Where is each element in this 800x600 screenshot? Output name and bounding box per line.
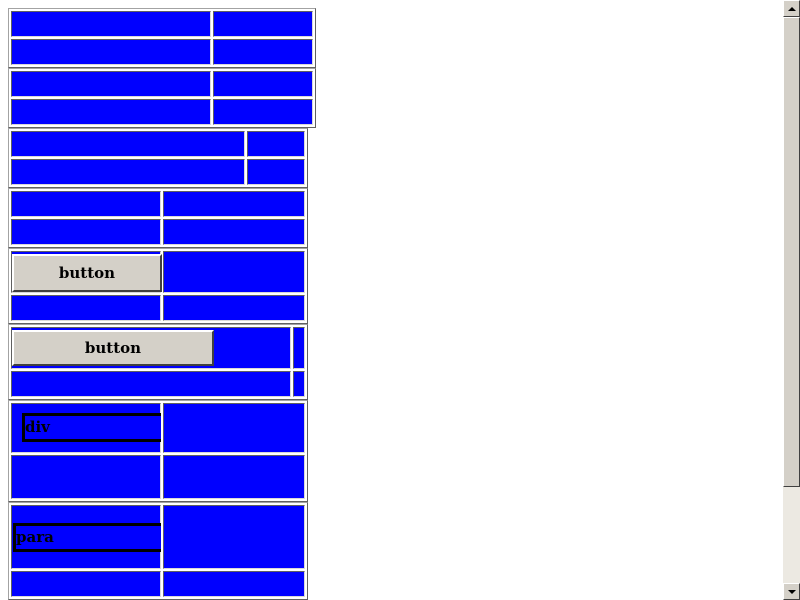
table-cell [213, 71, 313, 97]
table-cell [11, 39, 211, 65]
table-8: para [8, 502, 308, 600]
table-cell [247, 131, 305, 157]
arrow-up-icon [787, 6, 796, 11]
table-cell [11, 571, 161, 597]
button-2[interactable]: button [12, 330, 214, 366]
table-cell [11, 99, 211, 125]
table-4 [8, 188, 308, 248]
vertical-scrollbar[interactable] [783, 0, 800, 600]
table-cell [11, 131, 245, 157]
table-cell [11, 11, 211, 37]
div-box: div [22, 413, 161, 442]
table-cell [11, 295, 161, 321]
scroll-up-button[interactable] [783, 0, 800, 17]
table-6: button [8, 324, 308, 400]
table-cell [163, 219, 305, 245]
table-cell [247, 159, 305, 185]
table-cell [293, 327, 305, 369]
scroll-thumb[interactable] [783, 17, 800, 487]
table-7: div [8, 400, 308, 502]
table-cell [163, 191, 305, 217]
table-5: button [8, 248, 308, 324]
table-2 [8, 68, 316, 128]
table-1 [8, 8, 316, 68]
table-cell [11, 71, 211, 97]
table-cell [213, 11, 313, 37]
table-cell [163, 571, 305, 597]
table-cell [163, 295, 305, 321]
para-box: para [13, 523, 161, 552]
table-cell [11, 371, 291, 397]
arrow-down-icon [787, 589, 796, 594]
table-cell [163, 251, 305, 293]
table-3 [8, 128, 308, 188]
table-cell [11, 455, 161, 499]
scroll-down-button[interactable] [783, 583, 800, 600]
table-cell [213, 39, 313, 65]
table-cell [11, 191, 161, 217]
table-cell [293, 371, 305, 397]
table-cell [163, 455, 305, 499]
button-1[interactable]: button [12, 254, 162, 292]
table-cell [163, 505, 305, 569]
table-cell [11, 159, 245, 185]
table-cell [213, 99, 313, 125]
table-cell [163, 403, 305, 453]
table-cell [11, 219, 161, 245]
